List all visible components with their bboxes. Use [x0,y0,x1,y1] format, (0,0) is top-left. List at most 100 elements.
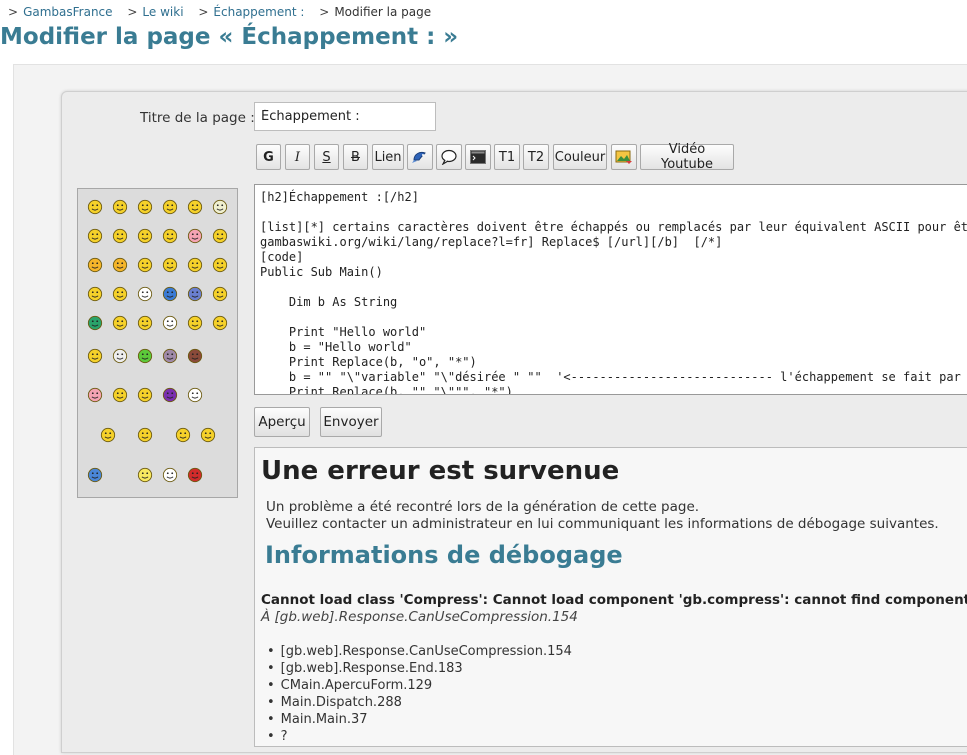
stack-item: [gb.web].Response.End.183 [267,660,572,677]
stack-item: ? [267,728,572,745]
error-class: Cannot load class 'Compress': Cannot loa… [261,592,967,608]
underline-button[interactable]: S [314,144,339,170]
image-icon [615,150,632,164]
editor-line: Public Sub Main() [260,265,383,279]
smiley-icon[interactable] [87,387,103,403]
smiley-icon[interactable] [112,286,128,302]
smiley-icon[interactable] [187,467,203,483]
quote-button[interactable] [436,144,462,170]
smiley-icon[interactable] [162,286,178,302]
smiley-icon[interactable] [137,348,153,364]
smiley-icon[interactable] [212,257,228,273]
breadcrumb-link-gambasfrance[interactable]: GambasFrance [23,5,112,19]
smiley-icon[interactable] [112,228,128,244]
editor-line: Print "Hello world" [260,325,427,339]
subscript-button[interactable]: T1 [494,144,520,170]
color-button[interactable]: Couleur [553,144,607,170]
editor-line: [h2]Échappement :[/h2] [260,190,419,204]
smiley-icon[interactable] [162,257,178,273]
smiley-icon[interactable] [162,228,178,244]
speech-bubble-icon [441,149,457,165]
strikethrough-button[interactable]: B [343,144,368,170]
breadcrumb-link-wiki[interactable]: Le wiki [142,5,183,19]
gambas-shrimp-icon [412,151,426,163]
breadcrumb: > GambasFrance > Le wiki > Échappement : > M… [8,5,431,19]
preview-area: Une erreur est survenue Un problème a ét… [254,447,967,747]
smiley-icon[interactable] [112,199,128,215]
debug-title: Informations de débogage [265,541,623,569]
editor-line: [list][*] certains caractères doivent êt… [260,220,967,234]
bold-button[interactable]: G [256,144,281,170]
smiley-icon[interactable] [200,427,216,443]
smiley-icon[interactable] [87,199,103,215]
page-title-input[interactable] [254,102,436,131]
error-instructions: Veuillez contacter un administrateur en … [266,516,939,532]
smiley-icon[interactable] [162,467,178,483]
smiley-icon[interactable] [187,199,203,215]
editor-line: [code] [260,250,304,264]
smiley-icon[interactable] [187,257,203,273]
smiley-icon[interactable] [87,315,103,331]
code-button[interactable] [407,144,433,170]
youtube-button[interactable]: Vidéo Youtube [640,142,734,172]
smiley-icon[interactable] [87,467,103,483]
smiley-icon[interactable] [112,315,128,331]
smiley-icon[interactable] [112,348,128,364]
smiley-icon[interactable] [87,228,103,244]
editor-line: b = "Hello world" [260,340,412,354]
page-title: Modifier la page « Échappement : » [0,24,459,50]
smiley-icon[interactable] [212,228,228,244]
smiley-icon[interactable] [187,315,203,331]
smiley-icon[interactable] [162,199,178,215]
smiley-panel [77,188,238,498]
smiley-icon[interactable] [100,427,116,443]
smiley-icon[interactable] [187,387,203,403]
editor-line: b = "" "\"variable" "\"désirée " "" '<--… [260,370,961,384]
link-button[interactable]: Lien [372,144,404,170]
smiley-icon[interactable] [137,286,153,302]
smiley-icon[interactable] [137,467,153,483]
smiley-icon[interactable] [212,315,228,331]
smiley-icon[interactable] [162,348,178,364]
preview-button[interactable]: Aperçu [254,407,310,437]
smiley-icon[interactable] [112,257,128,273]
smiley-icon[interactable] [87,286,103,302]
error-location: À [gb.web].Response.CanUseCompression.15… [261,609,578,625]
chevron-right-icon: > [8,5,19,19]
error-title: Une erreur est survenue [261,456,620,486]
editor-line: gambaswiki.org/wiki/lang/replace?l=fr] R… [260,235,723,249]
smiley-icon[interactable] [187,228,203,244]
italic-button[interactable]: I [285,144,310,170]
smiley-icon[interactable] [212,199,228,215]
smiley-icon[interactable] [187,286,203,302]
page-title-label: Titre de la page : [140,110,255,126]
smiley-icon[interactable] [137,427,153,443]
stack-item: Main.Main.37 [267,711,572,728]
superscript-button[interactable]: T2 [523,144,549,170]
smiley-icon[interactable] [187,348,203,364]
stack-item: CMain.ApercuForm.129 [267,677,572,694]
smiley-icon[interactable] [112,387,128,403]
smiley-icon[interactable] [137,199,153,215]
breadcrumb-link-page[interactable]: Échappement : [213,5,304,19]
smiley-icon[interactable] [175,427,191,443]
smiley-icon[interactable] [212,286,228,302]
image-button[interactable] [611,144,637,170]
smiley-icon[interactable] [137,387,153,403]
editor-line: Dim b As String [260,295,398,309]
smiley-icon[interactable] [87,257,103,273]
smiley-icon[interactable] [162,387,178,403]
chevron-right-icon: > [319,5,330,19]
smiley-icon[interactable] [87,348,103,364]
content-editor[interactable]: [h2]Échappement :[/h2] [list][*] certains… [254,184,967,395]
smiley-icon[interactable] [137,315,153,331]
smiley-icon[interactable] [137,257,153,273]
smiley-icon[interactable] [137,228,153,244]
send-button[interactable]: Envoyer [320,407,382,437]
stack-item: [gb.web].Response.CanUseCompression.154 [267,643,572,660]
chevron-right-icon: > [127,5,138,19]
terminal-button[interactable] [465,144,491,170]
smiley-icon[interactable] [162,315,178,331]
